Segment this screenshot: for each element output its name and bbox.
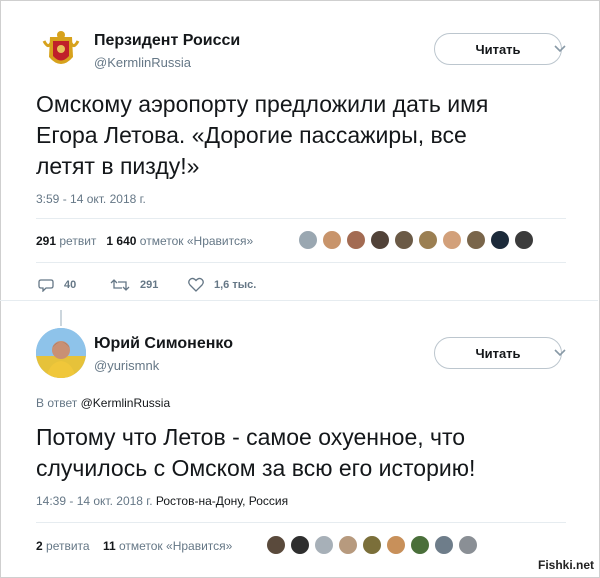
liker-avatar[interactable] (410, 535, 430, 555)
liker-avatar[interactable] (386, 535, 406, 555)
thread-line (60, 310, 62, 326)
author-handle[interactable]: @yurismnk (94, 358, 159, 373)
liker-avatar[interactable] (322, 230, 342, 250)
reply-action[interactable]: 40 (38, 278, 76, 292)
like-label[interactable]: отметок «Нравится» (140, 234, 253, 248)
tweet-text: Потому что Летов - самое охуенное, что с… (36, 422, 576, 484)
like-count[interactable]: 11 (103, 539, 116, 553)
retweet-icon (110, 279, 130, 291)
chevron-down-icon[interactable] (552, 347, 568, 359)
liker-avatar[interactable] (338, 535, 358, 555)
retweet-action[interactable]: 291 (110, 278, 158, 292)
liker-avatar[interactable] (442, 230, 462, 250)
watermark: Fishki.net (537, 558, 594, 572)
like-count[interactable]: 1 640 (106, 234, 136, 248)
retweet-label[interactable]: ретвита (46, 539, 90, 553)
location-label[interactable]: Ростов-на-Дону, Россия (156, 494, 288, 508)
liker-avatar[interactable] (370, 230, 390, 250)
like-action[interactable]: 1,6 тыс. (188, 277, 256, 292)
tweet-text-line: Омскому аэропорту предложили дать имя (36, 91, 489, 117)
engagement-stats: 2 ретвита 11 отметок «Нравится» (36, 539, 232, 553)
liker-avatar[interactable] (458, 535, 478, 555)
reply-context: В ответ @KermlinRussia (36, 396, 170, 410)
liker-avatar[interactable] (418, 230, 438, 250)
retweet-action-count: 291 (140, 279, 159, 291)
avatar-user[interactable] (36, 328, 86, 378)
follow-button[interactable]: Читать (434, 33, 562, 65)
like-label[interactable]: отметок «Нравится» (119, 539, 232, 553)
chevron-down-icon[interactable] (552, 43, 568, 55)
reply-prefix: В ответ (36, 396, 78, 410)
reply-count: 40 (64, 279, 77, 291)
divider (0, 300, 598, 301)
liker-avatar[interactable] (298, 230, 318, 250)
liker-avatar[interactable] (290, 535, 310, 555)
tweet-timestamp[interactable]: 14:39 - 14 окт. 2018 г. (36, 494, 153, 508)
liker-avatar[interactable] (490, 230, 510, 250)
liker-avatar[interactable] (514, 230, 534, 250)
liker-avatar[interactable] (314, 535, 334, 555)
follow-button[interactable]: Читать (434, 337, 562, 369)
liker-avatar[interactable] (266, 535, 286, 555)
retweet-count[interactable]: 2 (36, 539, 43, 553)
heart-icon (188, 277, 204, 292)
liker-avatar[interactable] (346, 230, 366, 250)
avatar-coat-of-arms[interactable] (36, 27, 86, 77)
tweet-text-line: летят в пизду!» (36, 153, 200, 179)
tweet-text-line: Потому что Летов - самое охуенное, что (36, 424, 466, 450)
liker-avatar[interactable] (362, 535, 382, 555)
like-action-count: 1,6 тыс. (214, 278, 257, 291)
tweet-timestamp-location: 14:39 - 14 окт. 2018 г. Ростов-на-Дону, … (36, 494, 288, 508)
liker-avatars (298, 230, 538, 250)
engagement-stats: 291 ретвит 1 640 отметок «Нравится» (36, 234, 253, 248)
tweet-text-line: случилось с Омском за всю его историю! (36, 455, 476, 481)
divider (36, 262, 566, 263)
reply-icon (38, 279, 54, 292)
author-name[interactable]: Перзидент Роисси (94, 32, 240, 50)
author-name[interactable]: Юрий Симоненко (94, 335, 233, 353)
author-handle[interactable]: @KermlinRussia (94, 55, 191, 70)
liker-avatar[interactable] (394, 230, 414, 250)
tweet-timestamp[interactable]: 3:59 - 14 окт. 2018 г. (36, 192, 146, 206)
retweet-label[interactable]: ретвит (59, 234, 96, 248)
liker-avatar[interactable] (434, 535, 454, 555)
tweet-text: Омскому аэропорту предложили дать имя Ег… (36, 89, 576, 182)
tweet-text-line: Егора Летова. «Дорогие пассажиры, все (36, 122, 467, 148)
retweet-count[interactable]: 291 (36, 234, 56, 248)
liker-avatar[interactable] (466, 230, 486, 250)
liker-avatars (266, 535, 482, 555)
divider (36, 522, 566, 523)
divider (36, 218, 566, 219)
screenshot-frame (0, 0, 600, 578)
reply-handle-link[interactable]: @KermlinRussia (81, 396, 171, 410)
